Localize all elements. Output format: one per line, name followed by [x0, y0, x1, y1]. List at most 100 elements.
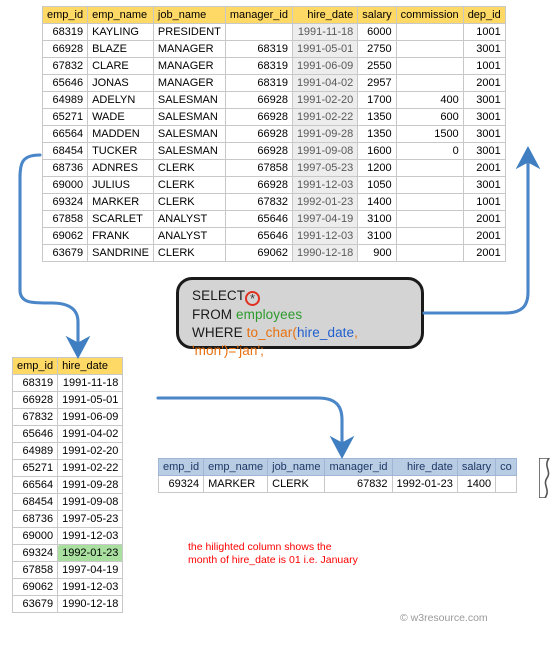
cell-manager_id: 67858 — [224, 159, 293, 177]
sql-where-column: hire_date — [296, 325, 355, 340]
cell-emp_id: 69324 — [157, 475, 205, 493]
cell-job_name: CLERK — [152, 193, 226, 211]
cell-job_name: MANAGER — [152, 74, 226, 92]
sql-query-callout: SELECT * FROM employees WHERE to_char(hir… — [176, 277, 424, 358]
cell-dep_id: 3001 — [462, 125, 506, 143]
cell-emp_name: JULIUS — [87, 176, 154, 194]
cell-salary: 1200 — [357, 159, 397, 177]
column-header-emp_id: emp_id — [11, 357, 59, 375]
sql-line-from: FROM employees — [192, 306, 421, 324]
cell-manager_id: 68319 — [224, 57, 293, 75]
cell-emp_id: 69000 — [41, 176, 89, 194]
cell-emp_id: 65271 — [11, 459, 59, 477]
column-header-manager_id: manager_id — [324, 458, 393, 476]
cell-salary: 900 — [357, 244, 397, 262]
cell-commission — [395, 40, 464, 58]
table-row: 67832 CLARE MANAGER 68319 1991-06-09 2550 1001 — [41, 57, 506, 75]
cell-emp_name: MADDEN — [87, 125, 154, 143]
cell-hire_date-highlighted: 1992-01-23 — [57, 544, 124, 562]
cell-manager_id: 67832 — [224, 193, 293, 211]
cell-manager_id: 66928 — [224, 108, 293, 126]
cell-emp_name: KAYLING — [87, 23, 154, 41]
cell-commission — [395, 227, 464, 245]
column-header-emp_name: emp_name — [87, 6, 154, 24]
cell-hire_date: 1997-04-19 — [57, 561, 124, 579]
cell-emp_name: TUCKER — [87, 142, 154, 160]
cell-emp_id: 64989 — [41, 91, 89, 109]
cell-job_name: SALESMAN — [152, 142, 226, 160]
cell-emp_id: 65646 — [41, 74, 89, 92]
cell-emp_id: 68454 — [11, 493, 59, 511]
table-row: 65271 1991-02-22 — [11, 459, 124, 477]
table-row: 68454 TUCKER SALESMAN 66928 1991-09-08 1600 0 3… — [41, 142, 506, 160]
cell-hire_date: 1991-09-28 — [57, 476, 124, 494]
cell-hire_date: 1991-06-09 — [57, 408, 124, 426]
query-result-grid: emp_id emp_name job_name manager_id hire… — [157, 458, 517, 493]
table-row: 68319 KAYLING PRESIDENT 1991-11-18 6000 1001 — [41, 23, 506, 41]
table-row: 67858 1997-04-19 — [11, 561, 124, 579]
cell-hire_date: 1997-05-23 — [291, 159, 359, 177]
table-row: 65646 1991-04-02 — [11, 425, 124, 443]
cell-emp_id: 68319 — [41, 23, 89, 41]
cell-commission — [395, 193, 464, 211]
cell-hire_date: 1997-05-23 — [57, 510, 124, 528]
cell-dep_id: 1001 — [462, 193, 506, 211]
cell-dep_id: 2001 — [462, 227, 506, 245]
table-row: 69062 FRANK ANALYST 65646 1991-12-03 3100 2001 — [41, 227, 506, 245]
column-header-emp_id: emp_id — [157, 458, 205, 476]
cell-hire_date: 1991-06-09 — [291, 57, 359, 75]
cell-commission: 0 — [395, 142, 464, 160]
sql-from-table: employees — [236, 307, 303, 322]
cell-emp_id: 69324 — [41, 193, 89, 211]
table-row: 69000 JULIUS CLERK 66928 1991-12-03 1050 3001 — [41, 176, 506, 194]
cell-emp_id: 67832 — [41, 57, 89, 75]
cell-emp_name: MARKER — [87, 193, 154, 211]
cell-job_name: SALESMAN — [152, 108, 226, 126]
cell-dep_id: 3001 — [462, 40, 506, 58]
employees-table: emp_id emp_name job_name manager_id hire… — [41, 6, 506, 262]
cell-manager_id: 66928 — [224, 91, 293, 109]
column-header-hire_date: hire_date — [391, 458, 458, 476]
cell-hire_date: 1991-12-03 — [57, 578, 124, 596]
cell-salary: 1050 — [357, 176, 397, 194]
column-header-hire_date: hire_date — [57, 357, 124, 375]
cell-dep_id: 1001 — [462, 57, 506, 75]
column-header-dep_id: dep_id — [462, 6, 506, 24]
cell-hire_date: 1997-04-19 — [291, 210, 359, 228]
sql-where-keyword: WHERE — [192, 325, 243, 340]
cell-hire_date: 1991-02-20 — [57, 442, 124, 460]
table-row: 66928 1991-05-01 — [11, 391, 124, 409]
sql-line-select: SELECT * — [192, 287, 421, 306]
table-row: 68736 1997-05-23 — [11, 510, 124, 528]
cell-hire_date: 1991-12-03 — [291, 176, 359, 194]
cell-job_name: CLERK — [152, 176, 226, 194]
cell-salary: 1400 — [357, 193, 397, 211]
cell-emp_name: WADE — [87, 108, 154, 126]
cell-salary: 3100 — [357, 210, 397, 228]
column-header-manager_id: manager_id — [224, 6, 293, 24]
column-header-emp_id: emp_id — [41, 6, 89, 24]
table-row: 69000 1991-12-03 — [11, 527, 124, 545]
cell-salary: 1350 — [357, 125, 397, 143]
table-row: 69324 MARKER CLERK 67832 1992-01-23 1400 — [157, 475, 517, 493]
watermark: © w3resource.com — [400, 612, 488, 624]
cell-hire_date: 1991-02-20 — [291, 91, 359, 109]
cell-emp_name: SANDRINE — [87, 244, 154, 262]
column-header-salary: salary — [456, 458, 497, 476]
table-row: 65271 WADE SALESMAN 66928 1991-02-22 1350 600 3… — [41, 108, 506, 126]
cell-emp_name: ADELYN — [87, 91, 154, 109]
cell-co — [495, 475, 517, 493]
cell-manager_id: 65646 — [224, 227, 293, 245]
cell-dep_id: 2001 — [462, 210, 506, 228]
cell-commission — [395, 159, 464, 177]
cell-emp_id: 66928 — [11, 391, 59, 409]
cell-manager_id — [224, 23, 293, 41]
cell-job_name: MANAGER — [152, 40, 226, 58]
sql-star-token: * — [245, 291, 261, 306]
table-row: 69324 1992-01-23 — [11, 544, 124, 562]
cell-commission — [395, 244, 464, 262]
cell-emp_id: 64989 — [11, 442, 59, 460]
cell-job_name: CLERK — [152, 159, 226, 177]
cell-manager_id: 65646 — [224, 210, 293, 228]
cell-hire_date: 1990-12-18 — [57, 595, 124, 613]
